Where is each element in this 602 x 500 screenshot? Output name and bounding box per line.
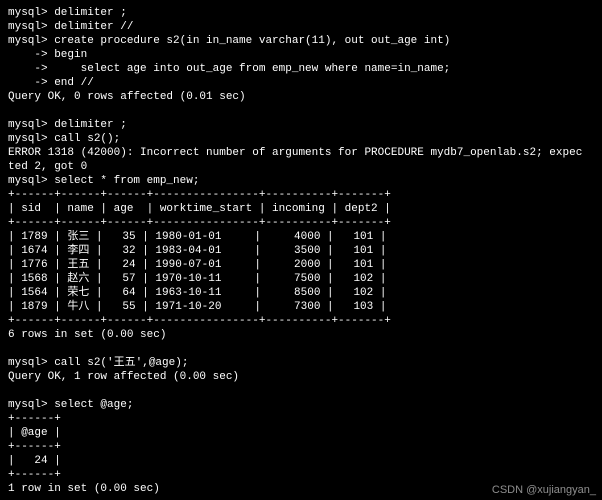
table-header: | @age | <box>8 427 61 439</box>
table-footer: 1 row in set (0.00 sec) <box>8 483 160 495</box>
line: ted 2, got 0 <box>8 161 87 173</box>
table-row: | 1776 | 王五 | 24 | 1990-07-01 | 2000 | 1… <box>8 259 386 271</box>
line: mysql> select * from emp_new; <box>8 175 199 187</box>
table-row: | 1674 | 李四 | 32 | 1983-04-01 | 3500 | 1… <box>8 245 386 257</box>
line: mysql> call s2(); <box>8 133 120 145</box>
table-border: +------+------+------+----------------+-… <box>8 315 391 327</box>
line: mysql> delimiter ; <box>8 119 127 131</box>
line: mysql> create procedure s2(in in_name va… <box>8 35 450 47</box>
table-border: +------+ <box>8 441 61 453</box>
line: -> end // <box>8 77 94 89</box>
table-row: | 24 | <box>8 455 61 467</box>
table-border: +------+ <box>8 413 61 425</box>
terminal-output: mysql> delimiter ; mysql> delimiter // m… <box>0 0 602 500</box>
table-border: +------+------+------+----------------+-… <box>8 217 391 229</box>
line: mysql> delimiter ; <box>8 7 127 19</box>
table-row: | 1879 | 牛八 | 55 | 1971-10-20 | 7300 | 1… <box>8 301 386 313</box>
table-footer: 6 rows in set (0.00 sec) <box>8 329 166 341</box>
table-header: | sid | name | age | worktime_start | in… <box>8 203 391 215</box>
line: -> select age into out_age from emp_new … <box>8 63 450 75</box>
table-border: +------+------+------+----------------+-… <box>8 189 391 201</box>
line: mysql> delimiter // <box>8 21 133 33</box>
line: -> begin <box>8 49 87 61</box>
line: Query OK, 1 row affected (0.00 sec) <box>8 371 239 383</box>
table-row: | 1789 | 张三 | 35 | 1980-01-01 | 4000 | 1… <box>8 231 386 243</box>
table-row: | 1564 | 荣七 | 64 | 1963-10-11 | 8500 | 1… <box>8 287 386 299</box>
line: Query OK, 0 rows affected (0.01 sec) <box>8 91 246 103</box>
table-border: +------+ <box>8 469 61 481</box>
watermark: CSDN @xujiangyan_ <box>492 484 596 496</box>
line: mysql> call s2('王五',@age); <box>8 357 188 369</box>
line: ERROR 1318 (42000): Incorrect number of … <box>8 147 582 159</box>
line: mysql> select @age; <box>8 399 133 411</box>
table-row: | 1568 | 赵六 | 57 | 1970-10-11 | 7500 | 1… <box>8 273 386 285</box>
